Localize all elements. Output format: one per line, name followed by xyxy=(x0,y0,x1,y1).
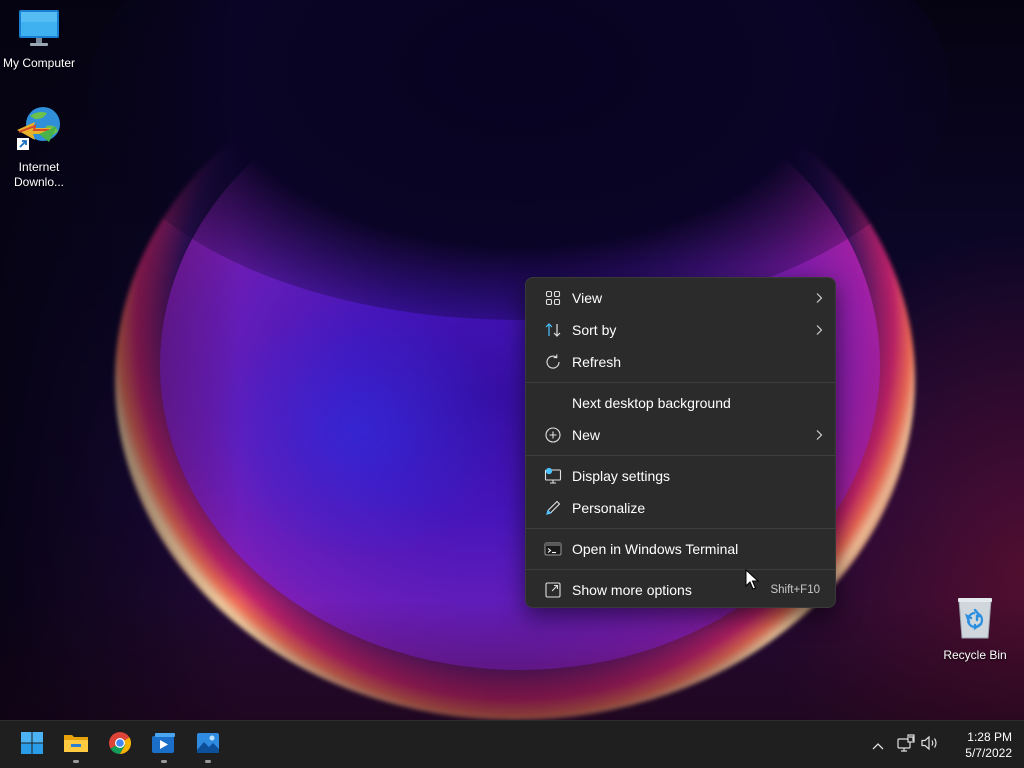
taskbar-file-explorer[interactable] xyxy=(56,725,96,765)
desktop-icon-recycle-bin[interactable]: Recycle Bin xyxy=(936,596,1014,663)
volume-button[interactable] xyxy=(918,733,942,757)
refresh-icon xyxy=(530,353,572,371)
internet-download-manager-icon xyxy=(0,104,78,156)
show-hidden-icons-button[interactable] xyxy=(866,733,890,757)
running-indicator xyxy=(205,760,211,763)
desktop-icon-label: Recycle Bin xyxy=(943,648,1007,662)
clock-time: 1:28 PM xyxy=(967,730,1012,744)
pen-icon xyxy=(530,499,572,517)
menu-item-label: Next desktop background xyxy=(572,395,731,411)
desktop-icon-label: My Computer xyxy=(2,56,76,70)
file-explorer-icon xyxy=(63,732,89,758)
menu-separator xyxy=(526,528,835,529)
desktop-icon-label-line2: Downlo... xyxy=(13,175,65,189)
desktop-wallpaper xyxy=(0,0,1024,720)
media-player-icon xyxy=(151,731,177,759)
grid-view-icon xyxy=(530,290,572,306)
taskbar-media-player[interactable] xyxy=(144,725,184,765)
menu-item-display-settings[interactable]: Display settings xyxy=(530,460,831,492)
taskbar-photos[interactable] xyxy=(188,725,228,765)
menu-item-label: Refresh xyxy=(572,354,622,370)
menu-item-show-more-options[interactable]: Show more options Shift+F10 xyxy=(530,574,831,606)
plus-circle-icon xyxy=(530,426,572,444)
running-indicator xyxy=(73,760,79,763)
menu-item-label: Sort by xyxy=(572,322,617,338)
display-settings-icon xyxy=(530,467,572,485)
chevron-right-icon xyxy=(807,292,831,304)
chevron-right-icon xyxy=(807,324,831,336)
external-window-icon xyxy=(530,581,572,599)
menu-item-personalize[interactable]: Personalize xyxy=(530,492,831,524)
menu-item-label: Personalize xyxy=(572,500,646,516)
terminal-icon xyxy=(530,541,572,557)
menu-separator xyxy=(526,455,835,456)
chevron-up-icon xyxy=(871,736,885,755)
menu-item-label: New xyxy=(572,427,601,443)
chevron-right-icon xyxy=(807,429,831,441)
clock-date: 5/7/2022 xyxy=(965,746,1012,760)
taskbar-chrome[interactable] xyxy=(100,725,140,765)
start-button[interactable] xyxy=(12,725,52,765)
system-clock[interactable]: 1:28 PM 5/7/2022 xyxy=(948,729,1012,761)
menu-separator xyxy=(526,569,835,570)
keyboard-shortcut: Shift+F10 xyxy=(770,584,820,596)
desktop-icon-my-computer[interactable]: My Computer xyxy=(0,8,78,71)
menu-item-new[interactable]: New xyxy=(530,419,831,451)
photos-icon xyxy=(196,732,220,758)
monitor-icon xyxy=(0,8,78,52)
desktop-context-menu: View Sort by Refresh Next desktop backgr xyxy=(525,277,836,608)
start-icon xyxy=(20,731,44,759)
taskbar: 1:28 PM 5/7/2022 xyxy=(0,720,1024,768)
network-button[interactable] xyxy=(894,733,918,757)
menu-item-next-desktop-background[interactable]: Next desktop background xyxy=(530,387,831,419)
menu-item-label: Open in Windows Terminal xyxy=(572,541,739,557)
running-indicator xyxy=(161,760,167,763)
desktop-icon-internet-download-manager[interactable]: Internet Downlo... xyxy=(0,104,78,190)
desktop-icon-label-line1: Internet xyxy=(18,160,60,174)
recycle-bin-icon xyxy=(936,596,1014,644)
menu-item-open-in-windows-terminal[interactable]: Open in Windows Terminal xyxy=(530,533,831,565)
menu-item-label: Show more options xyxy=(572,582,692,598)
menu-separator xyxy=(526,382,835,383)
menu-item-label: View xyxy=(572,290,603,306)
menu-item-refresh[interactable]: Refresh xyxy=(530,346,831,378)
menu-item-view[interactable]: View xyxy=(530,282,831,314)
volume-icon xyxy=(920,734,940,756)
mouse-cursor-icon xyxy=(745,568,760,595)
menu-item-sort-by[interactable]: Sort by xyxy=(530,314,831,346)
chrome-icon xyxy=(108,731,132,759)
sort-arrows-icon xyxy=(530,322,572,338)
menu-item-label: Display settings xyxy=(572,468,671,484)
network-icon xyxy=(896,734,916,756)
